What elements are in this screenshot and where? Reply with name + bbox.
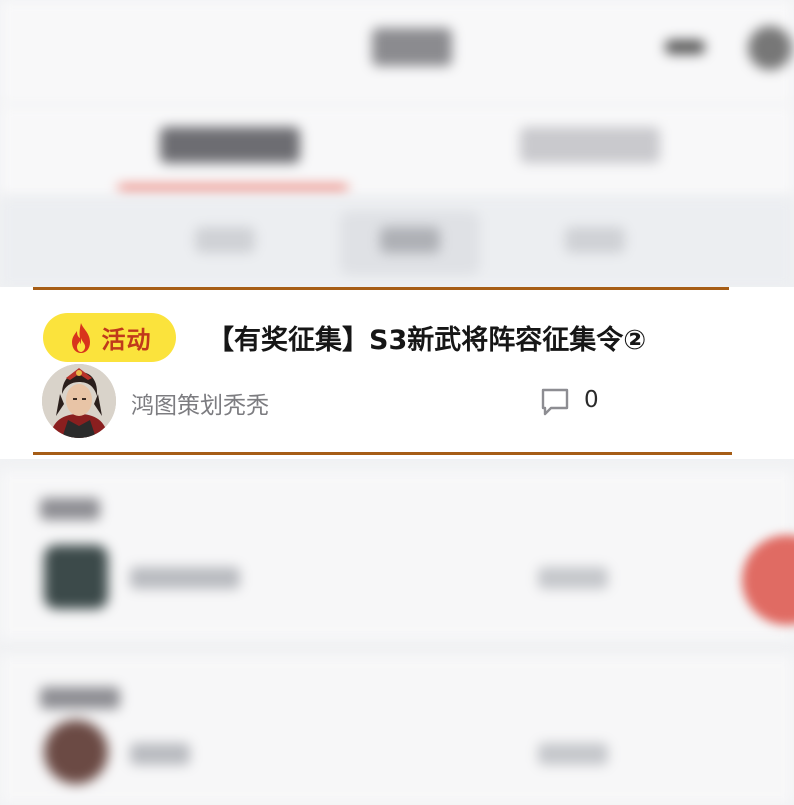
- subtab-1-blurred[interactable]: [195, 227, 255, 253]
- row-avatar-blurred: [44, 720, 108, 784]
- row-label-blurred: [40, 498, 100, 520]
- header-action-icon[interactable]: [665, 40, 705, 54]
- main-tabs: [0, 105, 794, 197]
- flame-icon: [71, 322, 90, 353]
- row-author-blurred: [130, 743, 190, 765]
- post-row-blurred[interactable]: [0, 470, 794, 640]
- sub-tabs: [0, 197, 794, 289]
- row-author-blurred: [130, 567, 240, 589]
- badge-label: 活动: [101, 326, 152, 354]
- row-avatar-blurred: [44, 545, 108, 609]
- activity-badge: 活动: [43, 313, 176, 362]
- highlight-border-bottom: [33, 452, 732, 455]
- row-label-blurred: [40, 687, 120, 709]
- header-menu-icon[interactable]: [748, 26, 792, 70]
- subtab-2-blurred: [380, 227, 440, 253]
- comment-bubble-icon[interactable]: [539, 386, 571, 418]
- tab-active-blurred[interactable]: [160, 127, 300, 163]
- app-header: [0, 0, 794, 105]
- comment-count: 0: [584, 387, 599, 413]
- tab-indicator: [118, 185, 348, 191]
- author-avatar[interactable]: [42, 364, 116, 438]
- row-comments-blurred: [538, 567, 608, 589]
- header-title-blurred: [372, 28, 452, 66]
- tab-inactive-blurred[interactable]: [520, 127, 660, 163]
- row-comments-blurred: [538, 743, 608, 765]
- post-title[interactable]: 【有奖征集】S3新武将阵容征集令②: [207, 318, 646, 357]
- author-name[interactable]: 鸿图策划秃秃: [131, 386, 269, 420]
- highlight-border-top: [33, 287, 729, 290]
- post-row-blurred[interactable]: [0, 655, 794, 805]
- avatar-portrait-icon: [42, 364, 116, 438]
- subtab-3-blurred[interactable]: [565, 227, 625, 253]
